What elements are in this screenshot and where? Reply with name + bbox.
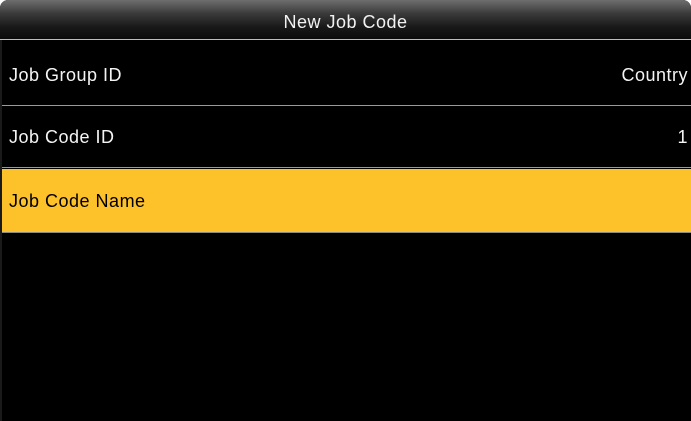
page-title: New Job Code — [283, 12, 408, 32]
screen-edge — [0, 40, 2, 421]
menu-item-job-code-id[interactable]: Job Code ID 1 — [0, 106, 691, 168]
divider — [0, 232, 691, 233]
menu-item-label: Job Code Name — [9, 191, 146, 211]
menu-item-job-code-name[interactable]: Job Code Name — [0, 169, 691, 232]
device-screen: New Job Code Job Group ID Country Job Co… — [0, 0, 691, 421]
menu-item-value: Country — [621, 65, 688, 85]
title-bar: New Job Code — [0, 0, 691, 40]
menu-item-label: Job Group ID — [9, 65, 123, 85]
menu-item-job-group-id[interactable]: Job Group ID Country — [0, 44, 691, 106]
menu-item-label: Job Code ID — [9, 127, 115, 147]
menu-item-value: 1 — [677, 127, 688, 147]
